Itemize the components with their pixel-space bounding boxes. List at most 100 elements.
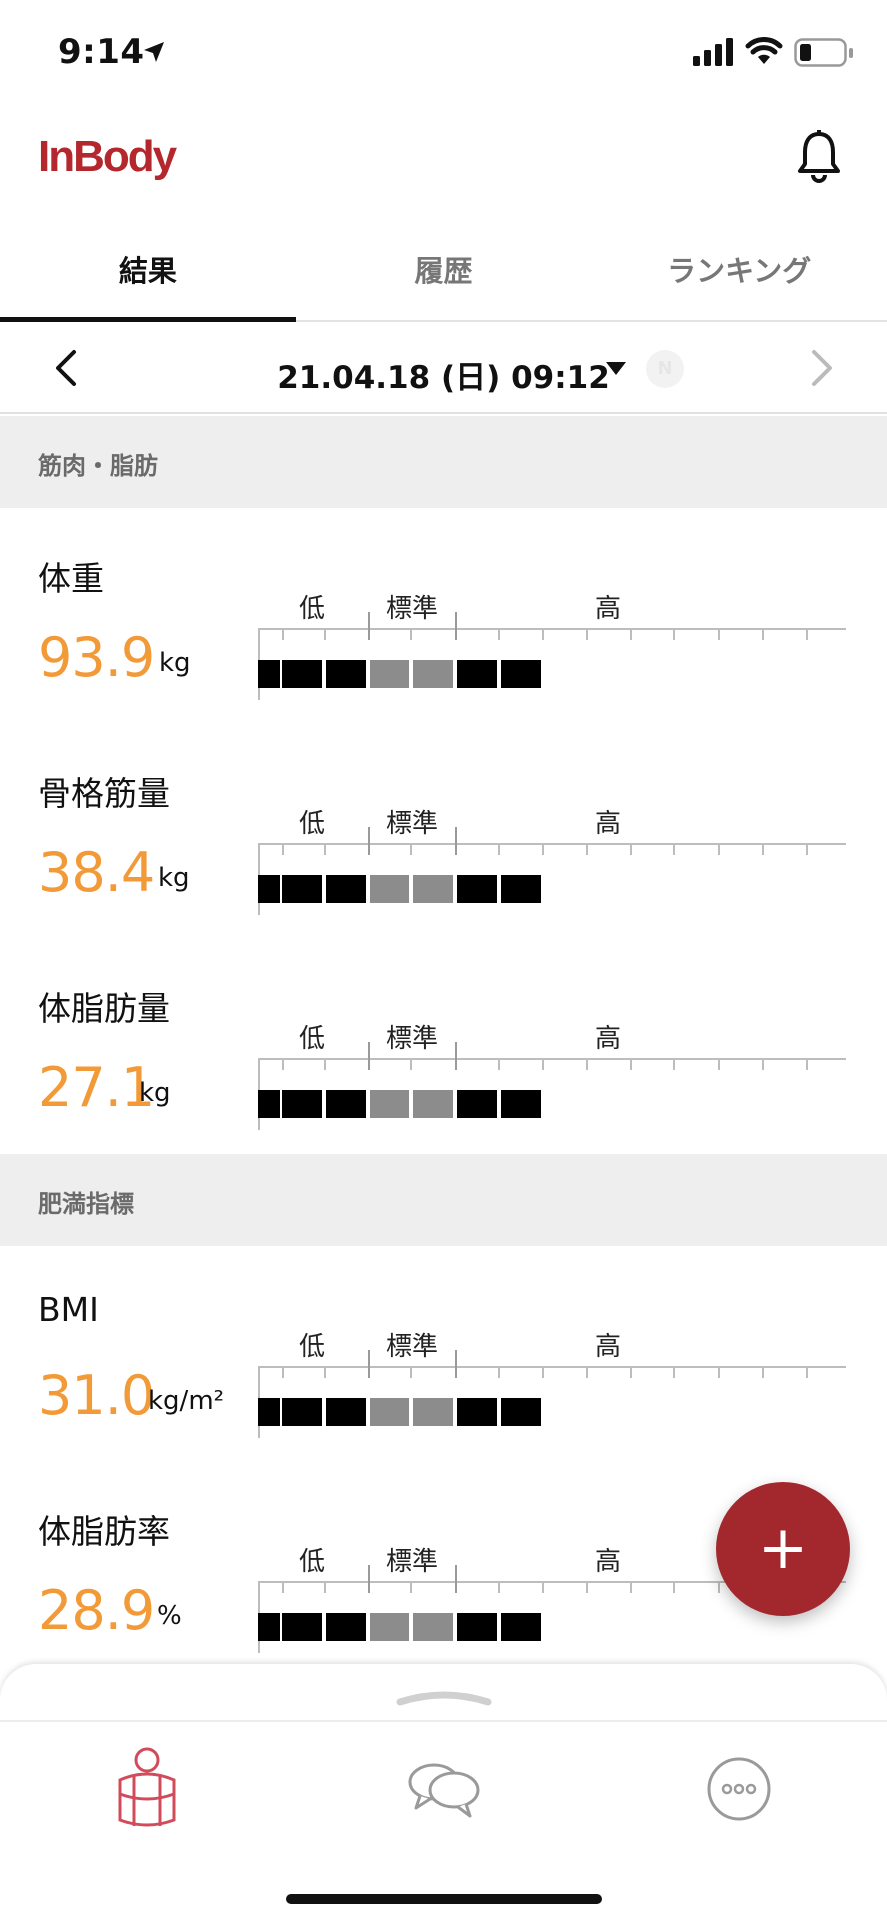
section-header-muscle-fat: 筋肉・脂肪 (0, 416, 887, 508)
plus-icon: + (757, 1512, 809, 1583)
level-bar-segment (258, 1090, 280, 1118)
level-bar-segment (258, 1398, 280, 1426)
scale-tick (762, 845, 764, 855)
scale-tick (762, 1060, 764, 1070)
scale-tick (368, 1565, 370, 1593)
metric-label: 骨格筋量 (38, 774, 170, 813)
scale-tick (542, 845, 544, 855)
range-scale: 低 標準 高 (258, 1018, 846, 1130)
metric-body-fat-mass[interactable]: 体脂肪量 27.1 kg 低 標準 高 (0, 938, 887, 1153)
sheet-handle[interactable] (396, 1688, 492, 1708)
tab-ranking[interactable]: ランキング (591, 228, 887, 320)
scale-tick (282, 1060, 284, 1070)
scale-tick (282, 845, 284, 855)
level-bar-segment (370, 660, 409, 688)
scale-tick (324, 1583, 326, 1593)
scale-tick (324, 1060, 326, 1070)
scale-tick (673, 845, 675, 855)
level-bar-segment (457, 1398, 497, 1426)
scale-tick (673, 1583, 675, 1593)
level-bar-segment (370, 1090, 409, 1118)
level-bar-segment (326, 1613, 366, 1641)
scale-tick (806, 1368, 808, 1378)
bell-icon[interactable] (796, 130, 842, 184)
scale-tick (806, 630, 808, 640)
scale-tick (368, 827, 370, 855)
metric-weight[interactable]: 体重 93.9 kg 低 標準 高 (0, 508, 887, 723)
tab-bar: 結果 履歴 ランキング (0, 228, 887, 322)
metric-skeletal-muscle[interactable]: 骨格筋量 38.4 kg 低 標準 高 (0, 723, 887, 938)
range-scale: 低 標準 高 (258, 803, 846, 915)
scale-tick (630, 1583, 632, 1593)
level-bar-segment (282, 1613, 322, 1641)
scale-label-standard: 標準 (385, 1332, 439, 1362)
scale-tick (542, 630, 544, 640)
scale-tick (410, 1060, 412, 1070)
divider (0, 1720, 887, 1722)
level-bar-segment (326, 1090, 366, 1118)
metric-value: 93.9 (38, 626, 155, 689)
scale-label-standard: 標準 (385, 1547, 439, 1577)
metric-unit: kg (139, 1078, 171, 1108)
scale-tick (762, 1368, 764, 1378)
bottom-navigation (0, 1664, 887, 1920)
scale-tick (586, 845, 588, 855)
scale-tick (498, 1060, 500, 1070)
level-bar-segment (258, 660, 280, 688)
scale-tick (718, 630, 720, 640)
date-selector[interactable]: 21.04.18 (日) 09:12 (0, 352, 887, 397)
scale-label-low: 低 (298, 809, 326, 839)
scale-tick (498, 1583, 500, 1593)
caret-down-icon[interactable] (606, 362, 626, 375)
scale-tick (806, 1060, 808, 1070)
scale-tick (586, 1060, 588, 1070)
metric-label: 体脂肪量 (38, 989, 170, 1028)
metric-bmi[interactable]: BMI 31.0 kg/m² 低 標準 高 (0, 1246, 887, 1461)
wifi-icon (745, 37, 783, 64)
level-bar-segment (370, 1398, 409, 1426)
scale-tick (455, 1042, 457, 1070)
level-bar-segment (457, 660, 497, 688)
scale-axis (258, 843, 846, 845)
add-measurement-button[interactable]: + (716, 1482, 850, 1616)
scale-label-high: 高 (594, 809, 622, 839)
tab-history[interactable]: 履歴 (296, 228, 592, 320)
metric-unit: % (157, 1601, 182, 1631)
metric-unit: kg/m² (148, 1386, 225, 1416)
level-bar-segment (370, 875, 409, 903)
scale-tick (673, 1368, 675, 1378)
section-title: 筋肉・脂肪 (38, 452, 158, 480)
scale-tick (410, 1368, 412, 1378)
body-icon[interactable] (102, 1744, 192, 1834)
metric-label: 体重 (38, 559, 104, 598)
scale-tick (455, 1565, 457, 1593)
section-header-obesity: 肥満指標 (0, 1154, 887, 1246)
scale-axis (258, 628, 846, 630)
scale-tick (498, 630, 500, 640)
range-scale: 低 標準 高 (258, 1326, 846, 1438)
metric-value: 28.9 (38, 1579, 155, 1642)
more-icon[interactable] (694, 1744, 784, 1834)
metric-unit: kg (158, 863, 190, 893)
level-bar-segment (501, 875, 541, 903)
scale-tick (455, 827, 457, 855)
new-badge: N (646, 350, 684, 388)
level-bar-segment (282, 875, 322, 903)
level-bar-segment (413, 1090, 453, 1118)
chevron-right-icon[interactable] (806, 348, 836, 388)
scale-tick (542, 1583, 544, 1593)
scale-tick (718, 1368, 720, 1378)
level-bar-segment (413, 875, 453, 903)
tab-results[interactable]: 結果 (0, 228, 296, 322)
status-bar: 9:14 (0, 0, 887, 110)
level-bar-segment (501, 1398, 541, 1426)
scale-axis (258, 1058, 846, 1060)
level-bar-segment (282, 1398, 322, 1426)
scale-tick (630, 1060, 632, 1070)
scale-tick (324, 845, 326, 855)
scale-tick (542, 1060, 544, 1070)
level-bar-segment (326, 660, 366, 688)
scale-tick (455, 612, 457, 640)
chat-icon[interactable] (398, 1744, 488, 1834)
level-bar-segment (457, 1613, 497, 1641)
